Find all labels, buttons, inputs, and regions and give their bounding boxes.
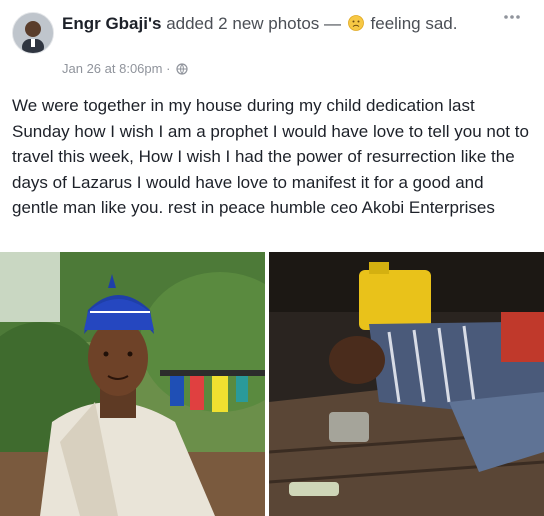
ellipsis-icon[interactable] — [502, 10, 522, 24]
photo-accident-scene[interactable] — [269, 252, 544, 516]
photo-grid — [0, 252, 544, 516]
post-title-line: Engr Gbaji's added 2 new photos — feelin… — [62, 12, 462, 35]
post-timestamp[interactable]: Jan 26 at 8:06pm · — [62, 61, 170, 76]
post-header: Engr Gbaji's added 2 new photos — feelin… — [0, 0, 544, 84]
author-name[interactable]: Engr Gbaji's — [62, 14, 161, 33]
author-avatar[interactable] — [12, 12, 54, 54]
post-meta: Jan 26 at 8:06pm · — [62, 60, 188, 80]
post-text: We were together in my house during my c… — [12, 96, 529, 217]
feeling-text: feeling sad. — [370, 14, 458, 33]
globe-icon[interactable] — [176, 62, 188, 80]
post-action: added 2 new photos — — [166, 14, 342, 33]
sad-face-icon — [347, 14, 364, 31]
photo-portrait[interactable] — [0, 252, 265, 516]
